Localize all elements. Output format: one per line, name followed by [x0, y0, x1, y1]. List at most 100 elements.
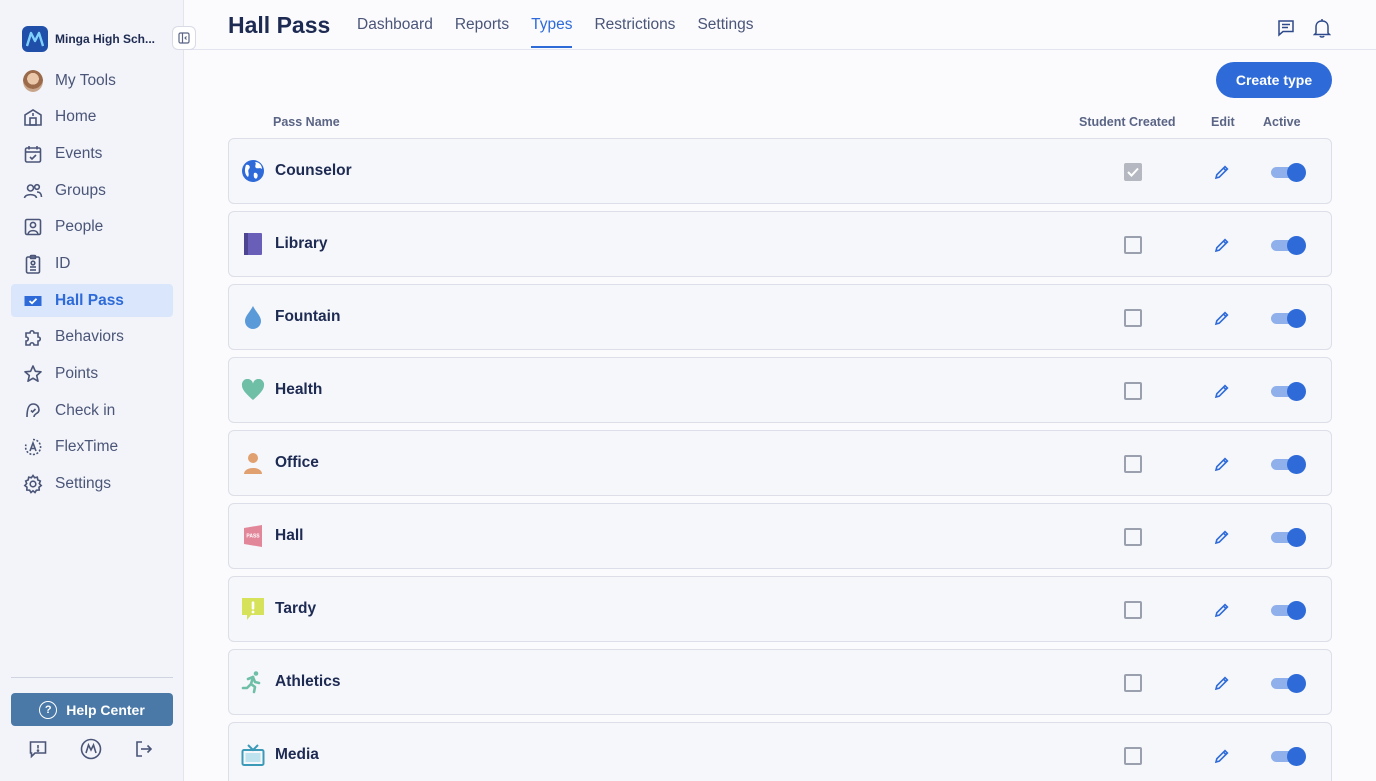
edit-pencil-icon[interactable] [1213, 455, 1231, 473]
check-in-icon [23, 401, 43, 421]
student-created-checkbox[interactable] [1124, 382, 1142, 400]
collapse-sidebar-button[interactable] [172, 26, 196, 50]
pass-type-name: Health [275, 381, 323, 398]
sidebar-item-my-tools[interactable]: My Tools [11, 64, 173, 97]
pass-flag-icon: PASS [241, 524, 265, 548]
sidebar-item-check-in[interactable]: Check in [11, 394, 173, 427]
groups-icon [23, 181, 43, 201]
help-center-label: Help Center [66, 701, 145, 718]
edit-pencil-icon[interactable] [1213, 528, 1231, 546]
flextime-icon [23, 437, 43, 457]
water-drop-icon [241, 305, 265, 329]
pass-type-name: Counselor [275, 162, 352, 179]
student-created-checkbox[interactable] [1124, 747, 1142, 765]
sidebar-item-label: People [55, 218, 104, 236]
minga-logo-icon [22, 26, 48, 52]
pass-type-name: Tardy [275, 600, 317, 617]
active-toggle[interactable] [1271, 528, 1307, 547]
active-toggle[interactable] [1271, 674, 1307, 693]
active-toggle[interactable] [1271, 601, 1307, 620]
sidebar-item-label: Groups [55, 181, 106, 199]
pass-type-row: Health [228, 357, 1332, 423]
logout-icon[interactable] [132, 737, 156, 761]
sidebar-item-label: FlexTime [55, 438, 119, 456]
sidebar-item-behaviors[interactable]: Behaviors [11, 321, 173, 354]
notifications-bell-icon[interactable] [1312, 18, 1332, 38]
sidebar-item-flextime[interactable]: FlexTime [11, 431, 173, 464]
student-created-checkbox[interactable] [1124, 236, 1142, 254]
edit-pencil-icon[interactable] [1213, 674, 1231, 692]
messages-icon[interactable] [1276, 18, 1296, 38]
top-icons [1276, 18, 1332, 38]
tab-types[interactable]: Types [531, 0, 573, 50]
sidebar-footer [26, 737, 156, 761]
sidebar-item-settings[interactable]: Settings [11, 468, 173, 501]
tab-settings[interactable]: Settings [697, 0, 753, 50]
sidebar-item-events[interactable]: Events [11, 137, 173, 170]
pass-type-row: Office [228, 430, 1332, 496]
pass-type-name: Athletics [275, 673, 341, 690]
home-icon [23, 107, 43, 127]
puzzle-icon [23, 327, 43, 347]
svg-text:PASS: PASS [246, 534, 260, 540]
column-header-pass-name: Pass Name [273, 115, 340, 129]
active-toggle[interactable] [1271, 236, 1307, 255]
pass-type-name: Fountain [275, 308, 341, 325]
tab-dashboard[interactable]: Dashboard [357, 0, 433, 50]
tv-icon [241, 743, 265, 767]
column-header-edit: Edit [1211, 115, 1235, 129]
feedback-icon[interactable] [26, 737, 50, 761]
edit-pencil-icon[interactable] [1213, 382, 1231, 400]
page-title: Hall Pass [228, 12, 331, 38]
create-type-button[interactable]: Create type [1216, 62, 1332, 98]
calendar-icon [23, 144, 43, 164]
sidebar-item-groups[interactable]: Groups [11, 174, 173, 207]
edit-pencil-icon[interactable] [1213, 601, 1231, 619]
pass-type-name: Hall [275, 527, 304, 544]
sidebar-item-points[interactable]: Points [11, 358, 173, 391]
brand[interactable]: Minga High Sch... [22, 26, 155, 52]
student-created-checkbox[interactable] [1124, 455, 1142, 473]
people-icon [23, 217, 43, 237]
school-name: Minga High Sch... [55, 32, 156, 46]
active-toggle[interactable] [1271, 163, 1307, 182]
pass-type-name: Library [275, 235, 328, 252]
sidebar-item-label: Check in [55, 401, 116, 419]
student-created-checkbox[interactable] [1124, 601, 1142, 619]
student-created-checkbox[interactable] [1124, 309, 1142, 327]
student-created-checkbox[interactable] [1124, 163, 1142, 181]
sidebar-nav: My Tools Home Events Groups People ID Ha… [11, 64, 173, 504]
active-toggle[interactable] [1271, 747, 1307, 766]
edit-pencil-icon[interactable] [1213, 236, 1231, 254]
help-icon: ? [39, 700, 58, 719]
top-bar: Hall Pass Dashboard Reports Types Restri… [185, 0, 1376, 50]
pass-type-name: Media [275, 746, 319, 763]
active-toggle[interactable] [1271, 382, 1307, 401]
book-icon [241, 232, 265, 256]
edit-pencil-icon[interactable] [1213, 163, 1231, 181]
sidebar-divider [11, 677, 173, 678]
collapse-icon [178, 32, 190, 44]
edit-pencil-icon[interactable] [1213, 309, 1231, 327]
minga-icon[interactable] [79, 737, 103, 761]
tab-restrictions[interactable]: Restrictions [594, 0, 675, 50]
column-header-active: Active [1263, 115, 1301, 129]
sidebar-item-id[interactable]: ID [11, 247, 173, 280]
help-center-button[interactable]: ? Help Center [11, 693, 173, 726]
active-toggle[interactable] [1271, 455, 1307, 474]
tab-reports[interactable]: Reports [455, 0, 509, 50]
pass-type-row: PASS Hall [228, 503, 1332, 569]
pass-types-list: Counselor Library Fountain Health Office… [228, 138, 1332, 781]
pass-type-row: Athletics [228, 649, 1332, 715]
star-icon [23, 364, 43, 384]
sidebar-item-people[interactable]: People [11, 211, 173, 244]
student-created-checkbox[interactable] [1124, 674, 1142, 692]
sidebar-item-hall-pass[interactable]: Hall Pass [11, 284, 173, 318]
sidebar-item-home[interactable]: Home [11, 101, 173, 134]
sidebar-item-label: Settings [55, 475, 112, 493]
gear-icon [23, 474, 43, 494]
student-created-checkbox[interactable] [1124, 528, 1142, 546]
active-toggle[interactable] [1271, 309, 1307, 328]
edit-pencil-icon[interactable] [1213, 747, 1231, 765]
person-icon [241, 451, 265, 475]
